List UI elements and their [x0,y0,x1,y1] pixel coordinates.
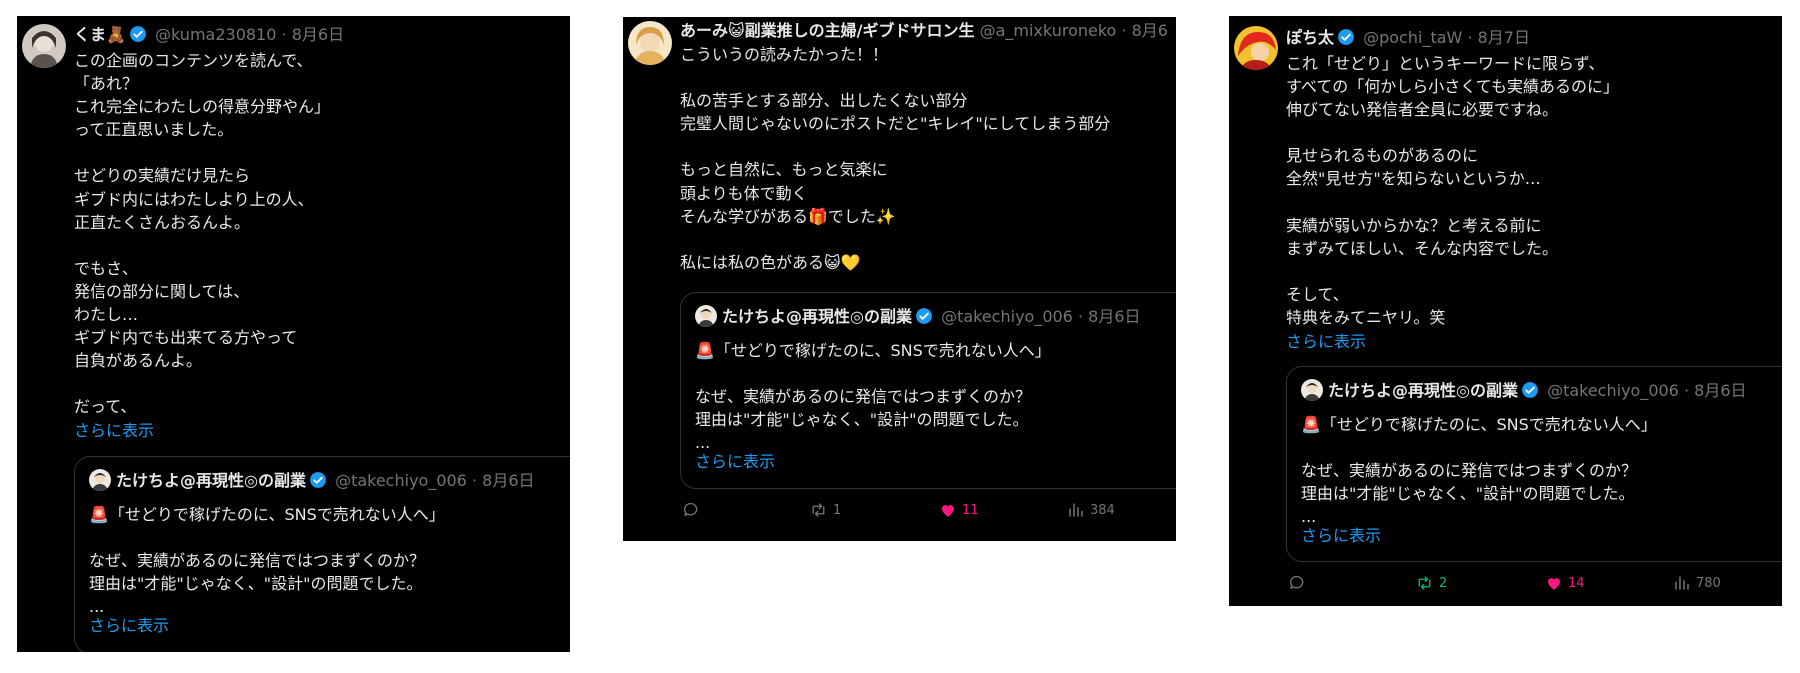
show-more-link[interactable]: さらに表示 [1301,522,1381,546]
quoted-tweet[interactable]: たけちよ@再現性◎の副業 @takechiyo_006 · 8月6日 🚨「せどり… [1286,366,1782,562]
separator: · [1683,381,1690,400]
separator: · [281,25,287,44]
views-icon [1069,503,1083,517]
tweet-card-kuma[interactable]: くま🧸 @kuma230810 · 8月6日 この企画のコンテンツを読んで、 「… [17,16,570,652]
action-bar: 1 11 384 [623,501,1176,525]
show-more-link[interactable]: さらに表示 [74,419,154,442]
handle[interactable]: @pochi_taW [1363,28,1462,47]
quote-header: たけちよ@再現性◎の副業 @takechiyo_006 · 8月6日 [695,305,1141,331]
tweet-text: この企画のコンテンツを読んで、 「あれ？ これ完全にわたしの得意分野やん」 って… [74,51,331,417]
verified-badge-icon [915,307,933,331]
view-count: 780 [1696,575,1721,591]
reply-button[interactable] [682,501,700,519]
display-name[interactable]: たけちよ@再現性◎の副業 [1328,381,1518,400]
like-button[interactable]: 14 [1545,574,1585,592]
quote-text: 🚨「せどりで稼げたのに、SNSで売れない人へ」 なぜ、実績があるのに発信ではつま… [89,505,445,616]
avatar [695,305,717,327]
verified-badge-icon [309,471,327,495]
like-count: 14 [1568,575,1585,591]
avatar[interactable] [22,24,66,68]
avatar[interactable] [1234,26,1278,70]
avatar[interactable] [628,21,672,65]
verified-badge-icon [1521,381,1539,405]
repost-button[interactable]: 2 [1415,574,1447,592]
quoted-tweet[interactable]: たけちよ@再現性◎の副業 @takechiyo_006 · 8月6日 🚨「せどり… [74,456,570,652]
reply-button[interactable] [1288,574,1306,592]
quote-header: たけちよ@再現性◎の副業 @takechiyo_006 · 8月6日 [89,469,535,495]
display-name[interactable]: あーみ😺副業推しの主婦/ギブドサロン生 [680,21,975,40]
quoted-tweet[interactable]: たけちよ@再現性◎の副業 @takechiyo_006 · 8月6日 🚨「せどり… [680,292,1176,489]
tweet-card-pochita[interactable]: ぽち太 @pochi_taW · 8月7日 これ「せどり」というキーワードに限ら… [1229,16,1782,606]
separator: · [1077,307,1084,326]
heart-icon [1548,578,1560,590]
show-more-link[interactable]: さらに表示 [695,448,775,472]
post-date[interactable]: 8月6日 [292,25,344,44]
views-button[interactable]: 780 [1673,574,1721,592]
handle[interactable]: @takechiyo_006 [335,471,467,490]
quote-text: 🚨「せどりで稼げたのに、SNSで売れない人へ」 なぜ、実績があるのに発信ではつま… [695,341,1051,452]
repost-count: 2 [1439,575,1448,591]
repost-button[interactable]: 1 [809,501,841,519]
tweet-header: あーみ😺副業推しの主婦/ギブドサロン生 @a_mixkuroneko · 8月6 [680,19,1168,43]
show-more-link[interactable]: さらに表示 [1286,330,1366,353]
repost-icon [812,503,825,517]
quote-text: 🚨「せどりで稼げたのに、SNSで売れない人へ」 なぜ、実績があるのに発信ではつま… [1301,415,1657,526]
separator: · [1467,28,1473,47]
show-more-link[interactable]: さらに表示 [89,612,169,636]
action-bar: 2 14 780 [1229,574,1782,598]
display-name[interactable]: くま🧸 [74,25,126,44]
handle[interactable]: @kuma230810 [155,25,276,44]
display-name[interactable]: ぽち太 [1286,28,1334,47]
views-button[interactable]: 384 [1067,501,1115,519]
tweet-text: これ「せどり」というキーワードに限らず、 すべての「何かしら小さくても実績あるの… [1286,54,1619,328]
like-count: 11 [962,502,979,518]
views-icon [1675,576,1689,590]
tweet-text: こういうの読みたかった！！ 私の苦手とする部分、出したくない部分 完璧人間じゃな… [680,45,1111,272]
post-date[interactable]: 8月6日 [1088,307,1140,326]
view-count: 384 [1090,502,1115,518]
handle[interactable]: @a_mixkuroneko [980,21,1117,40]
post-date[interactable]: 8月6 [1132,21,1168,40]
verified-badge-icon [1337,28,1355,53]
display-name[interactable]: たけちよ@再現性◎の副業 [116,471,306,490]
like-button[interactable]: 11 [939,501,979,519]
repost-icon [1418,576,1431,590]
reply-icon [683,502,698,516]
handle[interactable]: @takechiyo_006 [941,307,1073,326]
reply-icon [1289,575,1304,589]
tweet-card-aami[interactable]: あーみ😺副業推しの主婦/ギブドサロン生 @a_mixkuroneko · 8月6… [623,17,1176,541]
repost-count: 1 [833,502,842,518]
avatar [89,469,111,491]
post-date[interactable]: 8月6日 [1694,381,1746,400]
verified-badge-icon [129,25,147,50]
post-date[interactable]: 8月7日 [1478,28,1530,47]
handle[interactable]: @takechiyo_006 [1547,381,1679,400]
post-date[interactable]: 8月6日 [482,471,534,490]
separator: · [1121,21,1127,40]
tweet-header: くま🧸 @kuma230810 · 8月6日 [74,23,344,50]
quote-header: たけちよ@再現性◎の副業 @takechiyo_006 · 8月6日 [1301,379,1747,405]
tweet-header: ぽち太 @pochi_taW · 8月7日 [1286,26,1530,53]
display-name[interactable]: たけちよ@再現性◎の副業 [722,307,912,326]
heart-icon [942,505,954,517]
avatar [1301,379,1323,401]
separator: · [471,471,478,490]
